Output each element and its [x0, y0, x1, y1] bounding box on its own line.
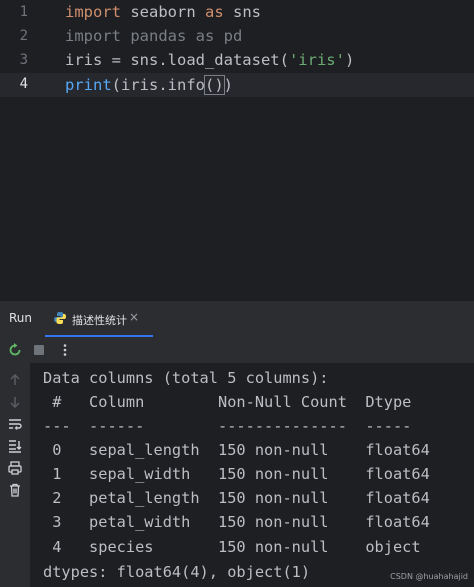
code-token: )	[223, 76, 234, 94]
console-line: # Column Non-Null Count Dtype	[43, 393, 430, 411]
code-token: print	[65, 76, 112, 94]
arrow-up-icon[interactable]	[7, 372, 23, 388]
line-number-current: 4	[19, 76, 28, 92]
code-token: iris = sns.load_dataset(	[65, 51, 289, 69]
code-line-3[interactable]: iris = sns.load_dataset('iris')	[65, 48, 354, 72]
code-token: 'iris'	[288, 51, 345, 69]
run-config-tab[interactable]: 描述性统计 ×	[45, 301, 153, 337]
arrow-down-icon[interactable]	[7, 394, 23, 410]
console-line: 0 sepal_length 150 non-null float64	[43, 441, 430, 459]
code-editor[interactable]: 1 2 3 4 import seaborn as sns import pan…	[0, 0, 474, 300]
console-line: --- ------ -------------- -----	[43, 417, 430, 435]
line-number: 3	[19, 52, 28, 68]
code-token: (iris.info	[111, 76, 205, 94]
close-icon[interactable]: ×	[129, 310, 139, 324]
line-number: 1	[19, 4, 28, 20]
run-toolbar	[0, 337, 474, 363]
console-output[interactable]: Data columns (total 5 columns): # Column…	[30, 363, 474, 587]
soft-wrap-icon[interactable]	[7, 416, 23, 432]
code-token: )	[344, 51, 355, 69]
line-number: 2	[19, 28, 28, 44]
code-token: import pandas as pd	[65, 27, 243, 45]
code-line-2[interactable]: import pandas as pd	[65, 24, 242, 48]
python-icon	[54, 312, 66, 324]
code-token: import	[65, 3, 121, 21]
console-line: 4 species 150 non-null object	[43, 538, 430, 556]
run-tool-window-header: Run 描述性统计 ×	[0, 300, 474, 337]
trash-icon[interactable]	[7, 482, 23, 498]
console-side-toolbar	[0, 363, 30, 587]
watermark: CSDN @huahahajid	[390, 572, 468, 581]
code-line-1[interactable]: import seaborn as sns	[65, 0, 261, 24]
scroll-to-end-icon[interactable]	[7, 438, 23, 454]
code-token: sns	[223, 3, 261, 21]
console-line: 1 sepal_width 150 non-null float64	[43, 465, 430, 483]
rerun-icon[interactable]	[7, 342, 23, 358]
code-line-4[interactable]: print(iris.info())	[65, 73, 233, 97]
console-line: Data columns (total 5 columns):	[43, 369, 329, 387]
console-line: 3 petal_width 150 non-null float64	[43, 513, 430, 531]
tab-label: 描述性统计	[72, 314, 127, 327]
stop-icon[interactable]	[31, 342, 47, 358]
matched-paren: ()	[204, 75, 225, 95]
run-panel-title: Run	[9, 311, 33, 325]
print-icon[interactable]	[7, 460, 23, 476]
console-line: 2 petal_length 150 non-null float64	[43, 489, 430, 507]
code-token: as	[205, 3, 224, 21]
code-token: seaborn	[121, 3, 205, 21]
console-line: dtypes: float64(4), object(1)	[43, 563, 311, 581]
more-vertical-icon[interactable]	[57, 342, 73, 358]
